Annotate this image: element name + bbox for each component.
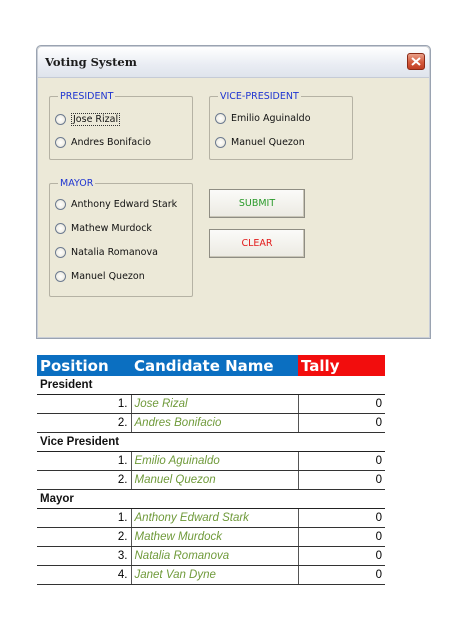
candidate-name: Janet Van Dyne xyxy=(131,565,298,585)
tally-count: 0 xyxy=(297,451,385,471)
table-row: 1. Jose Rizal 0 xyxy=(37,394,385,414)
tally-table: Position Candidate Name Tally President … xyxy=(37,355,385,585)
table-row: 3. Natalia Romanova 0 xyxy=(37,546,385,566)
table-row: 4. Janet Van Dyne 0 xyxy=(37,565,385,585)
candidate-name: Anthony Edward Stark xyxy=(131,508,298,528)
row-number: 3. xyxy=(37,546,132,566)
vice-president-option-manuel-quezon[interactable]: Manuel Quezon xyxy=(215,137,305,148)
table-header-row: Position Candidate Name Tally xyxy=(37,355,385,376)
table-row: 1. Emilio Aguinaldo 0 xyxy=(37,451,385,471)
tally-count: 0 xyxy=(297,508,385,528)
close-icon xyxy=(411,57,421,66)
candidate-name: Manuel Quezon xyxy=(131,470,298,490)
clear-button[interactable]: CLEAR xyxy=(209,229,305,258)
header-candidate-name: Candidate Name xyxy=(131,355,298,376)
row-number: 1. xyxy=(37,451,132,471)
group-row-mayor: Mayor xyxy=(37,489,385,509)
dialog-body: PRESIDENT Jose Rizal Andres Bonifacio VI… xyxy=(41,80,426,334)
window-title: Voting System xyxy=(45,55,137,69)
tally-count: 0 xyxy=(297,565,385,585)
mayor-option-natalia-romanova[interactable]: Natalia Romanova xyxy=(55,247,158,258)
president-option-andres-bonifacio[interactable]: Andres Bonifacio xyxy=(55,137,151,148)
radio-icon[interactable] xyxy=(55,271,66,282)
radio-icon[interactable] xyxy=(55,223,66,234)
title-bar[interactable]: Voting System xyxy=(38,47,429,78)
mayor-frame: MAYOR Anthony Edward Stark Mathew Murdoc… xyxy=(49,178,193,297)
table-row: 2. Mathew Murdock 0 xyxy=(37,527,385,547)
radio-icon[interactable] xyxy=(55,137,66,148)
candidate-name: Andres Bonifacio xyxy=(131,413,298,433)
submit-button[interactable]: SUBMIT xyxy=(209,189,305,218)
group-label: Mayor xyxy=(37,489,385,509)
group-row-president: President xyxy=(37,376,385,395)
header-position: Position xyxy=(37,355,131,376)
candidate-name: Natalia Romanova xyxy=(131,546,298,566)
table-row: 1. Anthony Edward Stark 0 xyxy=(37,508,385,528)
group-label: Vice President xyxy=(37,432,385,452)
row-number: 2. xyxy=(37,470,132,490)
radio-icon[interactable] xyxy=(55,247,66,258)
radio-icon[interactable] xyxy=(55,199,66,210)
mayor-option-mathew-murdock[interactable]: Mathew Murdock xyxy=(55,223,152,234)
president-frame: PRESIDENT Jose Rizal Andres Bonifacio xyxy=(49,91,193,160)
tally-count: 0 xyxy=(297,470,385,490)
candidate-name: Jose Rizal xyxy=(131,394,298,414)
row-number: 1. xyxy=(37,508,132,528)
tally-count: 0 xyxy=(297,546,385,566)
president-legend: PRESIDENT xyxy=(60,91,114,102)
mayor-option-anthony-edward-stark[interactable]: Anthony Edward Stark xyxy=(55,199,177,210)
header-tally: Tally xyxy=(298,355,385,376)
table-row: 2. Andres Bonifacio 0 xyxy=(37,413,385,433)
tally-count: 0 xyxy=(297,413,385,433)
mayor-legend: MAYOR xyxy=(60,178,94,189)
radio-icon[interactable] xyxy=(215,113,226,124)
tally-count: 0 xyxy=(297,394,385,414)
radio-icon[interactable] xyxy=(55,114,66,125)
group-row-vice-president: Vice President xyxy=(37,432,385,452)
vice-president-legend: VICE-PRESIDENT xyxy=(220,91,299,102)
group-label: President xyxy=(37,376,385,395)
row-number: 1. xyxy=(37,394,132,414)
close-button[interactable] xyxy=(407,53,425,70)
vice-president-frame: VICE-PRESIDENT Emilio Aguinaldo Manuel Q… xyxy=(209,91,353,160)
president-option-jose-rizal[interactable]: Jose Rizal xyxy=(55,113,121,126)
row-number: 4. xyxy=(37,565,132,585)
mayor-option-manuel-quezon[interactable]: Manuel Quezon xyxy=(55,271,145,282)
tally-count: 0 xyxy=(297,527,385,547)
table-row: 2. Manuel Quezon 0 xyxy=(37,470,385,490)
candidate-name: Mathew Murdock xyxy=(131,527,298,547)
voting-system-dialog: Voting System PRESIDENT Jose Rizal Andre… xyxy=(36,45,431,339)
row-number: 2. xyxy=(37,527,132,547)
vice-president-option-emilio-aguinaldo[interactable]: Emilio Aguinaldo xyxy=(215,113,311,124)
candidate-name: Emilio Aguinaldo xyxy=(131,451,298,471)
row-number: 2. xyxy=(37,413,132,433)
radio-icon[interactable] xyxy=(215,137,226,148)
